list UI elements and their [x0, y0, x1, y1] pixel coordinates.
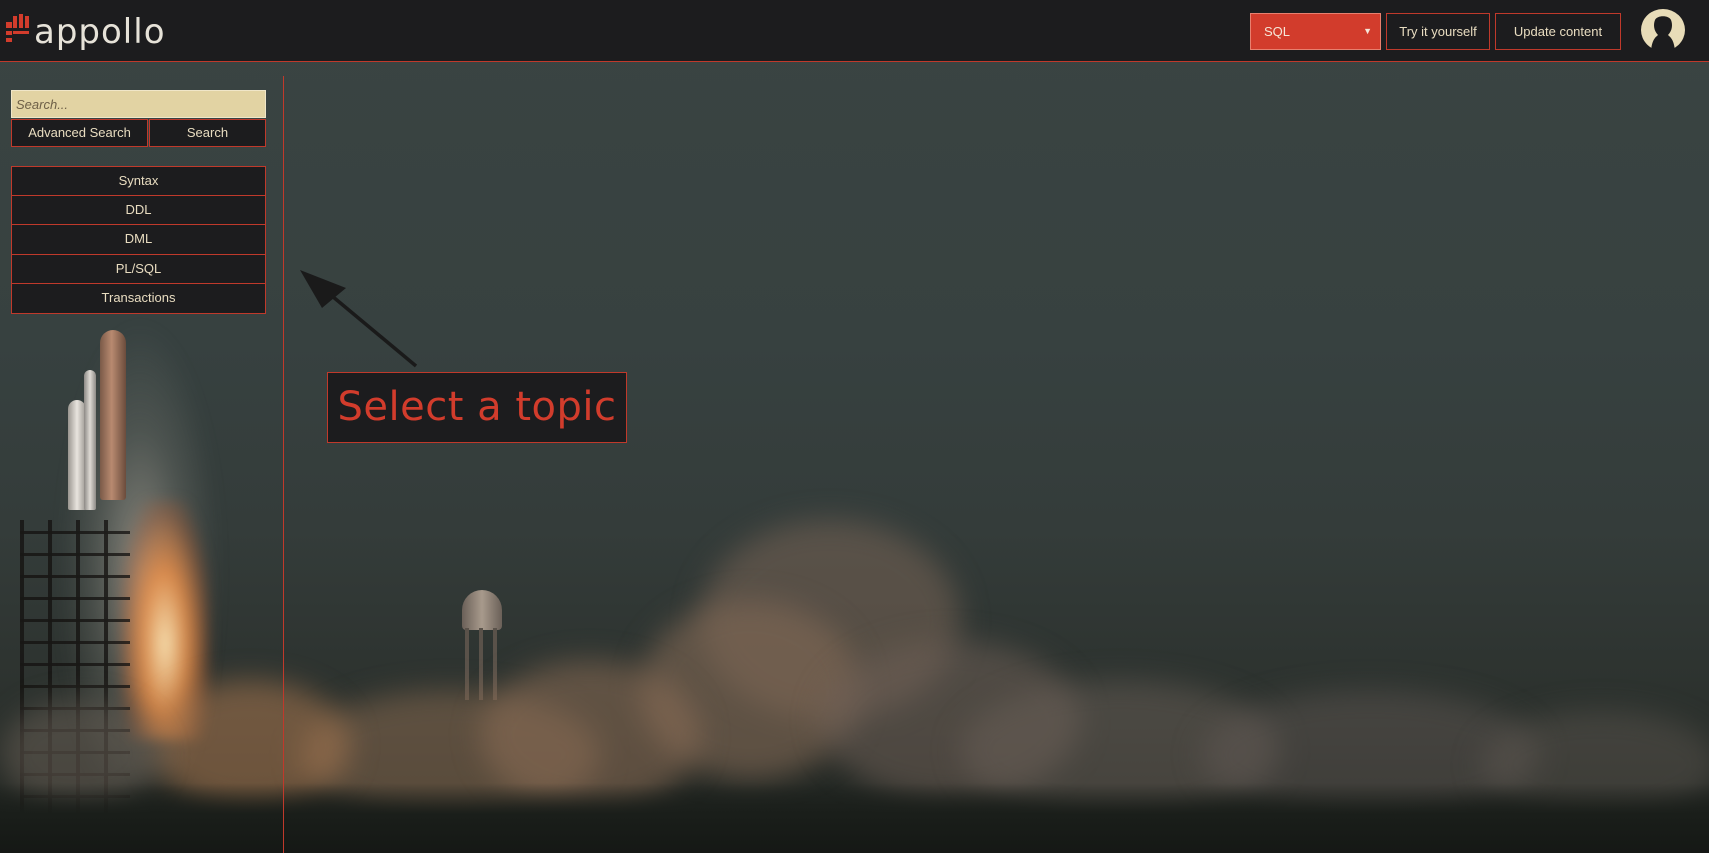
update-content-button[interactable]: Update content — [1495, 13, 1621, 50]
logo[interactable]: appollo — [6, 8, 166, 52]
topic-item-syntax[interactable]: Syntax — [11, 166, 266, 196]
appollo-logo-icon — [6, 14, 32, 46]
topic-list: Syntax DDL DML PL/SQL Transactions — [11, 166, 266, 314]
arrow-up-left-icon — [296, 268, 426, 378]
sidebar-divider — [283, 76, 284, 853]
search-input[interactable] — [11, 90, 266, 118]
topic-item-transactions[interactable]: Transactions — [11, 284, 266, 314]
top-header: appollo SQL ▼ Try it yourself Update con… — [0, 0, 1709, 62]
language-select[interactable]: SQL ▼ — [1250, 13, 1381, 50]
language-select-value: SQL — [1264, 24, 1291, 39]
chevron-down-icon: ▼ — [1363, 26, 1372, 36]
topic-item-plsql[interactable]: PL/SQL — [11, 254, 266, 284]
topic-item-ddl[interactable]: DDL — [11, 195, 266, 225]
advanced-search-button[interactable]: Advanced Search — [11, 119, 148, 147]
select-topic-hint: Select a topic — [327, 372, 627, 443]
try-it-yourself-button[interactable]: Try it yourself — [1386, 13, 1490, 50]
logo-text: appollo — [34, 12, 166, 52]
user-avatar-icon[interactable] — [1640, 9, 1686, 51]
topic-item-dml[interactable]: DML — [11, 225, 266, 255]
search-button[interactable]: Search — [149, 119, 266, 147]
